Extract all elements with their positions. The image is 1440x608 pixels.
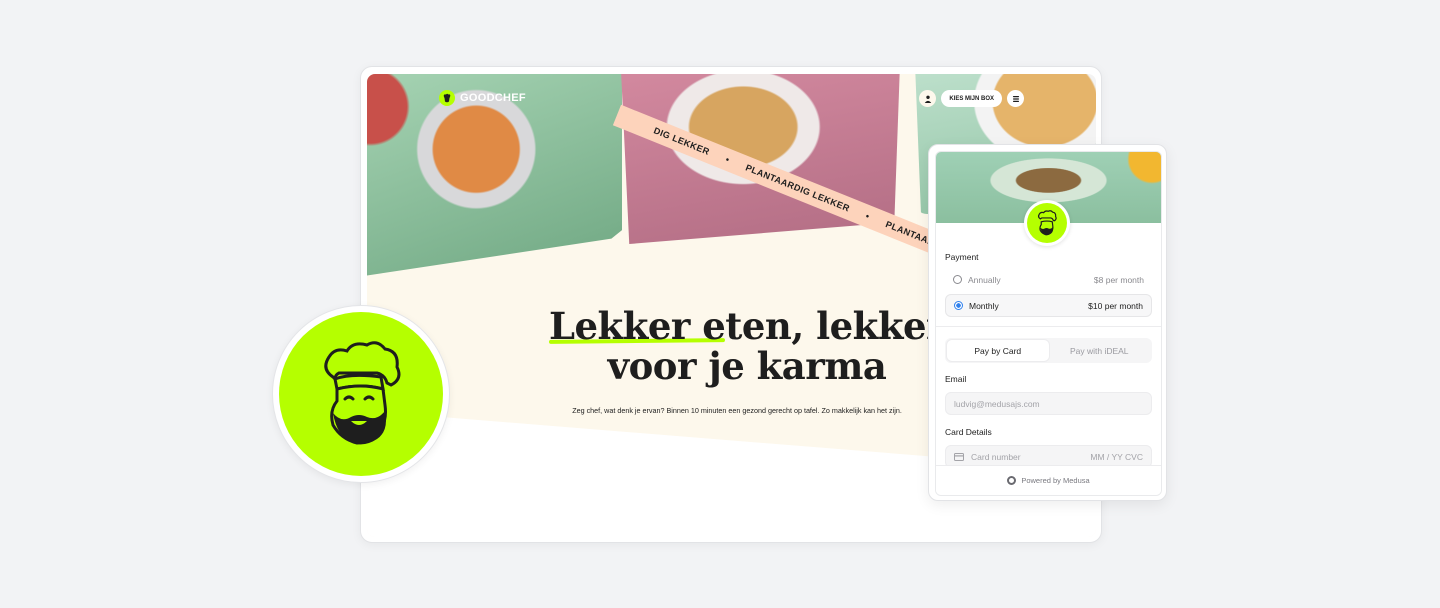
email-placeholder: ludvig@medusajs.com: [954, 398, 1040, 409]
account-button[interactable]: [919, 90, 937, 107]
radio-button[interactable]: [953, 275, 962, 284]
plan-name: Annually: [968, 274, 1001, 285]
tab-pay-with-ideal[interactable]: Pay with iDEAL: [1049, 340, 1151, 361]
tab-pay-by-card[interactable]: Pay by Card: [947, 340, 1049, 361]
card-details-label: Card Details: [945, 427, 992, 437]
merchant-avatar: [1024, 200, 1070, 246]
hamburger-menu-icon: [1012, 95, 1019, 102]
site-nav: KIES MIJN BOX: [919, 90, 1024, 107]
medusa-logo-icon: [1007, 476, 1017, 485]
hero-title-line2: voor je karma: [607, 344, 887, 388]
email-input[interactable]: ludvig@medusajs.com: [945, 392, 1152, 415]
goodchef-logo[interactable]: GOODCHEF: [439, 90, 526, 106]
radio-button-selected[interactable]: [954, 301, 963, 310]
powered-by-text[interactable]: Powered by Medusa: [1021, 476, 1089, 485]
email-label: Email: [945, 374, 967, 384]
powered-by-footer: Powered by Medusa: [936, 465, 1161, 495]
expiry-cvc-placeholder: MM / YY CVC: [1090, 451, 1143, 462]
chef-mascot-badge: [272, 305, 450, 483]
user-icon: [924, 95, 932, 103]
hero-title: Lekker eten, lekker voor je karma: [547, 306, 947, 386]
divider: [936, 326, 1161, 327]
payment-method-tabs: Pay by Card Pay with iDEAL: [945, 338, 1152, 363]
hero-title-rest: lekker: [803, 304, 945, 348]
banner-dot: •: [864, 210, 872, 222]
payment-label: Payment: [945, 252, 979, 262]
plan-price: $8 per month: [1093, 274, 1144, 285]
hero-title-underlined: Lekker eten,: [549, 304, 804, 348]
plan-price: $10 per month: [1088, 300, 1143, 311]
card-number-placeholder: Card number: [971, 451, 1021, 462]
kies-mijn-box-button[interactable]: KIES MIJN BOX: [941, 90, 1002, 107]
plan-option-monthly[interactable]: Monthly $10 per month: [945, 294, 1152, 317]
chef-mascot-icon: [1037, 210, 1057, 236]
credit-card-icon: [954, 452, 964, 461]
chef-logo-icon: [439, 90, 455, 106]
hero-subtitle: Zeg chef, wat denk je ervan? Binnen 10 m…: [572, 406, 902, 415]
chef-mascot-icon: [324, 341, 401, 445]
banner-dot: •: [724, 154, 732, 165]
brand-name: GOODCHEF: [460, 92, 526, 104]
plan-option-annually[interactable]: Annually $8 per month: [945, 268, 1152, 291]
menu-button[interactable]: [1007, 90, 1024, 107]
checkout-widget: Payment Annually $8 per month Monthly $1…: [928, 144, 1167, 501]
plan-name: Monthly: [969, 300, 999, 311]
